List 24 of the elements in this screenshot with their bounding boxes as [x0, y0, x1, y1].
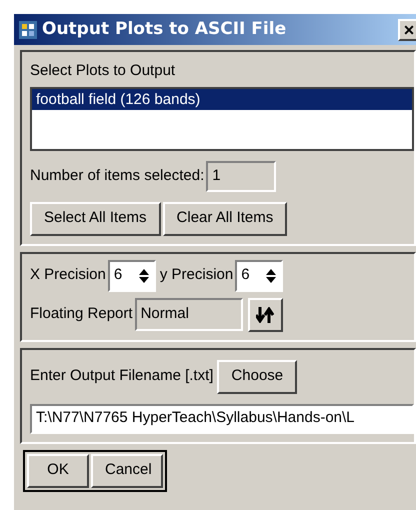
list-action-button[interactable]: Select All Items	[30, 202, 161, 236]
list-action-button[interactable]: Clear All Items	[162, 202, 288, 236]
count-label: Number of items selected:	[30, 166, 204, 186]
field-label: Enter Output Filename [.txt]	[30, 366, 214, 386]
field-label: Floating Report	[30, 304, 133, 324]
toggle-button[interactable]	[248, 298, 283, 332]
section-label: Select Plots to Output	[30, 61, 176, 81]
spin-field[interactable]: 6	[235, 260, 284, 292]
dialog-button[interactable]: Cancel	[91, 454, 163, 488]
dialog-button[interactable]: OK	[27, 454, 89, 488]
field-label: y Precision	[160, 265, 234, 286]
spinner-arrows-icon[interactable]	[138, 268, 150, 284]
spin-field[interactable]: 6	[108, 260, 156, 292]
spinner-arrows-icon[interactable]	[265, 268, 278, 284]
sort-arrows-icon	[256, 306, 274, 322]
plot-list-item[interactable]: football field (126 bands)	[32, 88, 412, 110]
choose-button[interactable]: Choose	[217, 360, 298, 394]
window-title: Output Plots to ASCII File	[42, 18, 286, 41]
window-icon	[18, 20, 38, 40]
report-field: Normal	[134, 298, 243, 331]
close-button[interactable]: ×	[398, 18, 416, 40]
field-label: X Precision	[30, 265, 106, 286]
count-field: 1	[206, 160, 276, 192]
filename-field[interactable]: T:\N77\N7765 HyperTeach\Syllabus\Hands-on\L	[30, 404, 414, 434]
